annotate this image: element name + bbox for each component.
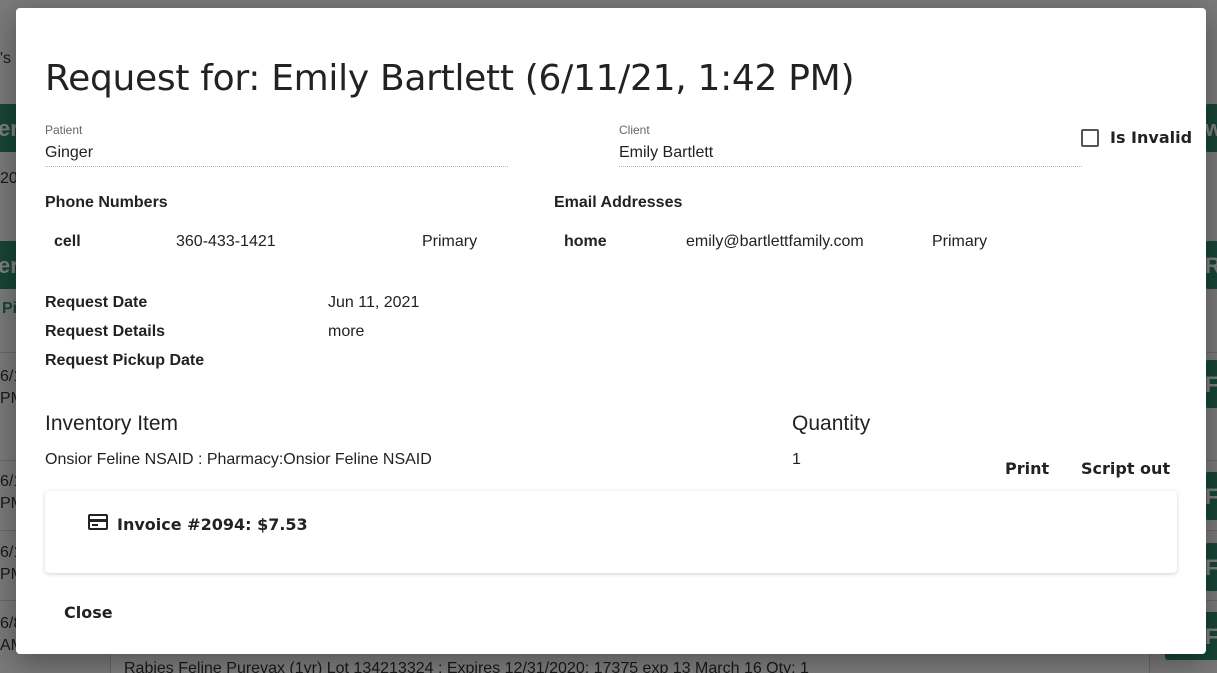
inventory-item-header: Inventory Item <box>45 412 179 435</box>
patient-field[interactable]: Patient Ginger <box>45 123 508 167</box>
patient-value[interactable]: Ginger <box>45 139 508 167</box>
is-invalid-checkbox[interactable] <box>1081 128 1099 147</box>
request-details-label: Request Details <box>45 323 166 340</box>
credit-card-icon <box>88 513 108 530</box>
phone-numbers-heading: Phone Numbers <box>45 194 168 211</box>
close-button[interactable]: Close <box>64 603 113 622</box>
request-details-more-link[interactable]: more <box>328 323 364 341</box>
inventory-item-name: Onsior Feline NSAID : Pharmacy:Onsior Fe… <box>45 451 432 468</box>
invoice-link[interactable]: Invoice #2094: $7.53 <box>88 513 308 534</box>
is-invalid-label: Is Invalid <box>1110 128 1193 147</box>
email-address: emily@bartlettfamily.com <box>686 233 864 250</box>
client-value[interactable]: Emily Bartlett <box>619 139 1082 167</box>
client-label: Client <box>619 123 650 137</box>
script-out-button[interactable]: Script out <box>1081 459 1170 478</box>
request-dialog: Request for: Emily Bartlett (6/11/21, 1:… <box>16 8 1206 654</box>
phone-row: cell 360-433-1421 Primary <box>54 230 504 254</box>
print-button[interactable]: Print <box>1005 459 1049 478</box>
invoice-card: Invoice #2094: $7.53 <box>45 491 1177 573</box>
email-type: home <box>564 233 607 250</box>
patient-label: Patient <box>45 123 83 137</box>
phone-primary-tag: Primary <box>422 233 478 250</box>
is-invalid-toggle[interactable]: Is Invalid <box>1081 128 1192 147</box>
client-field[interactable]: Client Emily Bartlett <box>619 123 1082 167</box>
invoice-label: Invoice #2094: $7.53 <box>117 515 308 534</box>
request-date-value: Jun 11, 2021 <box>328 294 420 311</box>
inventory-item-quantity: 1 <box>792 451 801 468</box>
email-row: home emily@bartlettfamily.com Primary <box>564 230 1014 254</box>
request-pickup-date-label: Request Pickup Date <box>45 352 205 369</box>
phone-type: cell <box>54 233 81 250</box>
quantity-header: Quantity <box>792 412 871 435</box>
dialog-title: Request for: Emily Bartlett (6/11/21, 1:… <box>45 58 855 99</box>
email-primary-tag: Primary <box>932 233 988 250</box>
request-date-label: Request Date <box>45 294 148 311</box>
phone-number: 360-433-1421 <box>176 233 276 250</box>
email-addresses-heading: Email Addresses <box>554 194 683 211</box>
